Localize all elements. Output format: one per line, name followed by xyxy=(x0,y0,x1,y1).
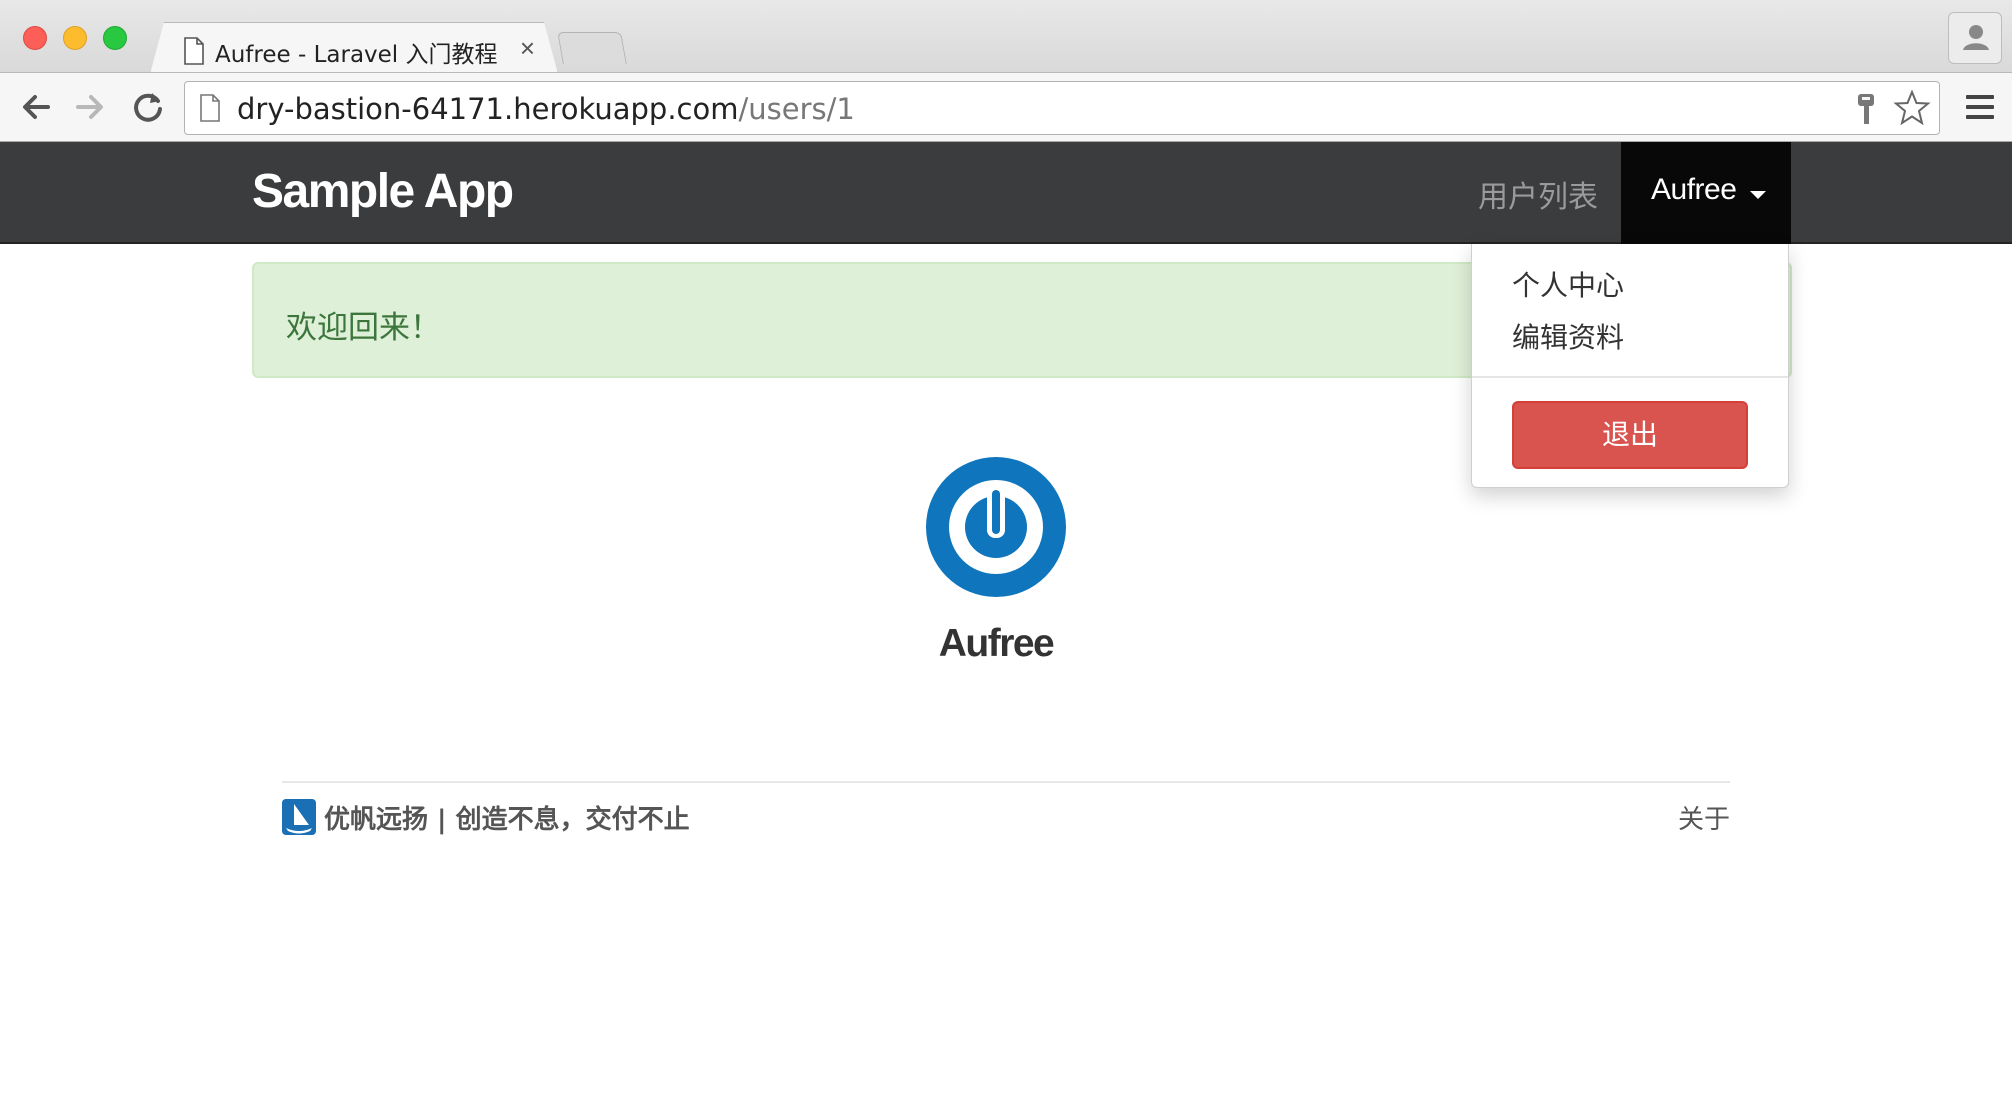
logout-button[interactable]: 退出 xyxy=(1512,401,1748,469)
person-icon xyxy=(1963,25,1989,50)
footer-tagline: 优帆远扬 | 创造不息，交付不止 xyxy=(324,805,690,835)
back-arrow-icon[interactable] xyxy=(16,87,56,127)
dropdown-divider xyxy=(1472,376,1788,378)
browser-menu-icon[interactable] xyxy=(1964,93,1996,121)
sail-logo-icon xyxy=(282,799,316,835)
document-icon xyxy=(183,37,205,65)
browser-toolbar: dry-bastion-64171.herokuapp.com/users/1 xyxy=(0,72,2012,142)
bookmark-star-icon[interactable] xyxy=(1893,89,1931,127)
address-bar[interactable]: dry-bastion-64171.herokuapp.com/users/1 xyxy=(184,81,1940,135)
alert-message: 欢迎回来！ xyxy=(286,310,441,346)
browser-tab[interactable]: Aufree - Laravel 入门教程 × xyxy=(150,22,558,74)
footer-about-link[interactable]: 关于 xyxy=(1678,799,1730,836)
url-text[interactable]: dry-bastion-64171.herokuapp.com/users/1 xyxy=(237,92,855,126)
reload-icon[interactable] xyxy=(128,87,168,127)
tab-close-icon[interactable]: × xyxy=(520,33,535,64)
site-footer: 优帆远扬 | 创造不息，交付不止 关于 xyxy=(282,781,1730,841)
power-icon xyxy=(926,457,1066,597)
user-menu-label: Aufree xyxy=(1651,173,1737,206)
forward-arrow-icon[interactable] xyxy=(70,87,110,127)
maximize-window-button[interactable] xyxy=(103,26,127,50)
minimize-window-button[interactable] xyxy=(63,26,87,50)
brand-link[interactable]: Sample App xyxy=(252,164,514,219)
page-icon xyxy=(200,94,220,122)
user-dropdown-menu: 个人中心 编辑资料 退出 xyxy=(1471,244,1789,488)
browser-profile-button[interactable] xyxy=(1948,12,2002,64)
key-icon[interactable] xyxy=(1855,92,1877,126)
nav-users-link[interactable]: 用户列表 xyxy=(1478,172,1598,216)
browser-tab-bar: Aufree - Laravel 入门教程 × xyxy=(0,0,2012,72)
user-menu-toggle[interactable]: Aufree xyxy=(1621,142,1791,244)
site-navbar: Sample App 用户列表 Aufree xyxy=(0,142,2012,244)
caret-down-icon xyxy=(1750,191,1766,199)
dropdown-item-edit-profile[interactable]: 编辑资料 xyxy=(1512,316,1624,356)
new-tab-button[interactable] xyxy=(557,32,627,64)
dropdown-item-profile[interactable]: 个人中心 xyxy=(1512,264,1624,304)
tab-title: Aufree - Laravel 入门教程 xyxy=(215,42,498,68)
profile-name: Aufree xyxy=(938,622,1055,665)
close-window-button[interactable] xyxy=(23,26,47,50)
